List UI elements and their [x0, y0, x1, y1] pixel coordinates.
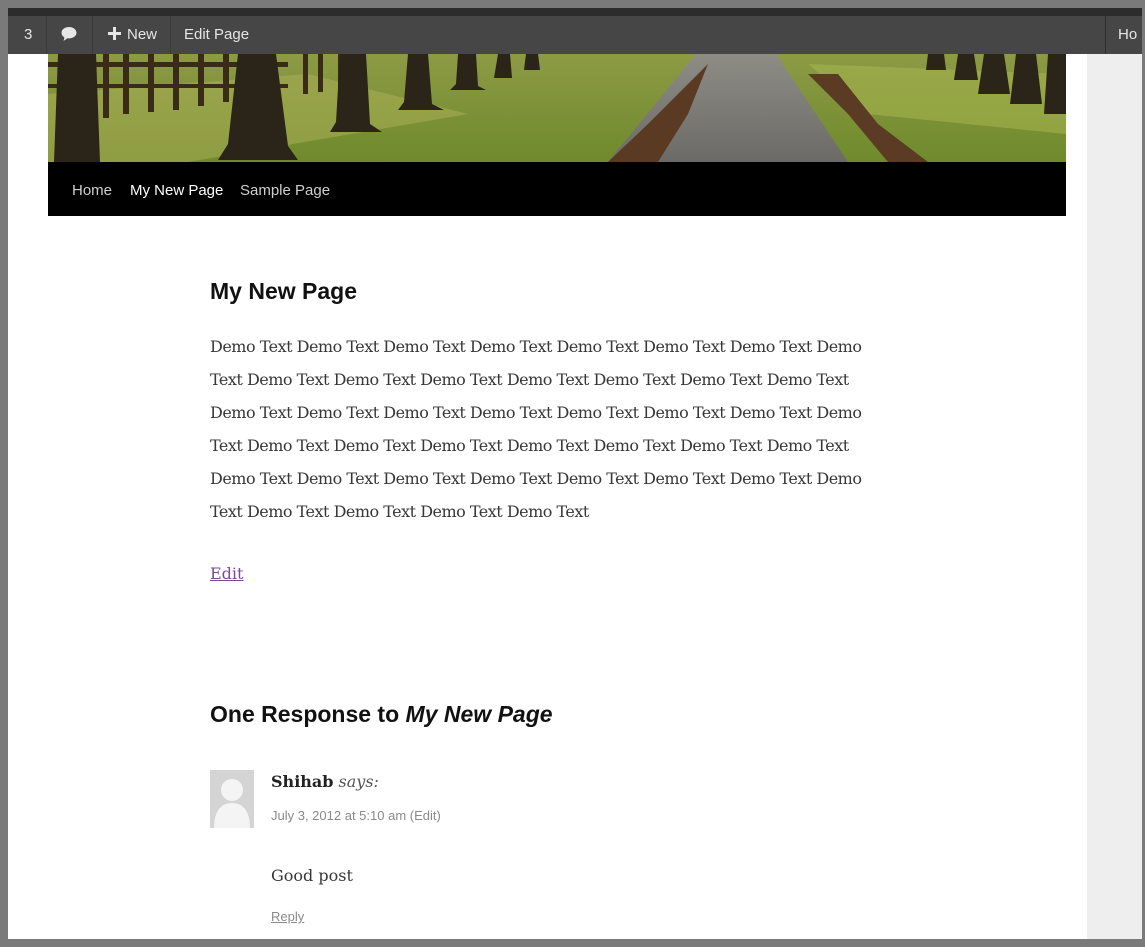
admin-bar-right-item[interactable]: Ho	[1118, 26, 1137, 43]
right-gutter	[1087, 8, 1142, 939]
admin-bar-divider	[170, 16, 171, 54]
plus-icon	[108, 27, 121, 40]
comments-icon[interactable]	[60, 25, 78, 47]
page-body-text: Demo Text Demo Text Demo Text Demo Text …	[210, 337, 862, 521]
new-label: New	[127, 26, 158, 43]
admin-bar-divider	[1105, 16, 1106, 54]
comment-author: Shihab says:	[271, 772, 379, 791]
page-title: My New Page	[210, 278, 357, 304]
nav-item-home[interactable]: Home	[72, 182, 112, 199]
admin-bar-count[interactable]: 3	[24, 26, 32, 43]
reply-link[interactable]: Reply	[271, 909, 304, 924]
speech-bubble-icon	[61, 27, 77, 41]
nav-item-my-new-page[interactable]: My New Page	[130, 182, 223, 199]
main-navigation: Home My New Page Sample Page	[48, 162, 1066, 216]
comments-title-page: My New Page	[405, 701, 553, 727]
edit-page-link[interactable]: Edit Page	[184, 26, 249, 43]
comment-author-name[interactable]: Shihab	[271, 772, 333, 791]
new-menu[interactable]: New	[108, 26, 157, 43]
admin-bar: 3 New Edit Page Ho	[8, 8, 1142, 54]
comment-text: Good post	[271, 866, 353, 885]
admin-bar-divider	[46, 16, 47, 54]
avatar	[210, 770, 254, 828]
comment-says: says:	[338, 772, 379, 791]
edit-link[interactable]: Edit	[210, 564, 243, 583]
header-image	[48, 54, 1066, 162]
admin-bar-divider	[92, 16, 93, 54]
default-avatar-icon	[210, 770, 254, 828]
nav-item-sample-page[interactable]: Sample Page	[240, 182, 330, 199]
comments-title-prefix: One Response to	[210, 701, 406, 727]
comments-title: One Response to My New Page	[210, 701, 553, 728]
comment-date[interactable]: July 3, 2012 at 5:10 am (Edit)	[271, 808, 441, 823]
